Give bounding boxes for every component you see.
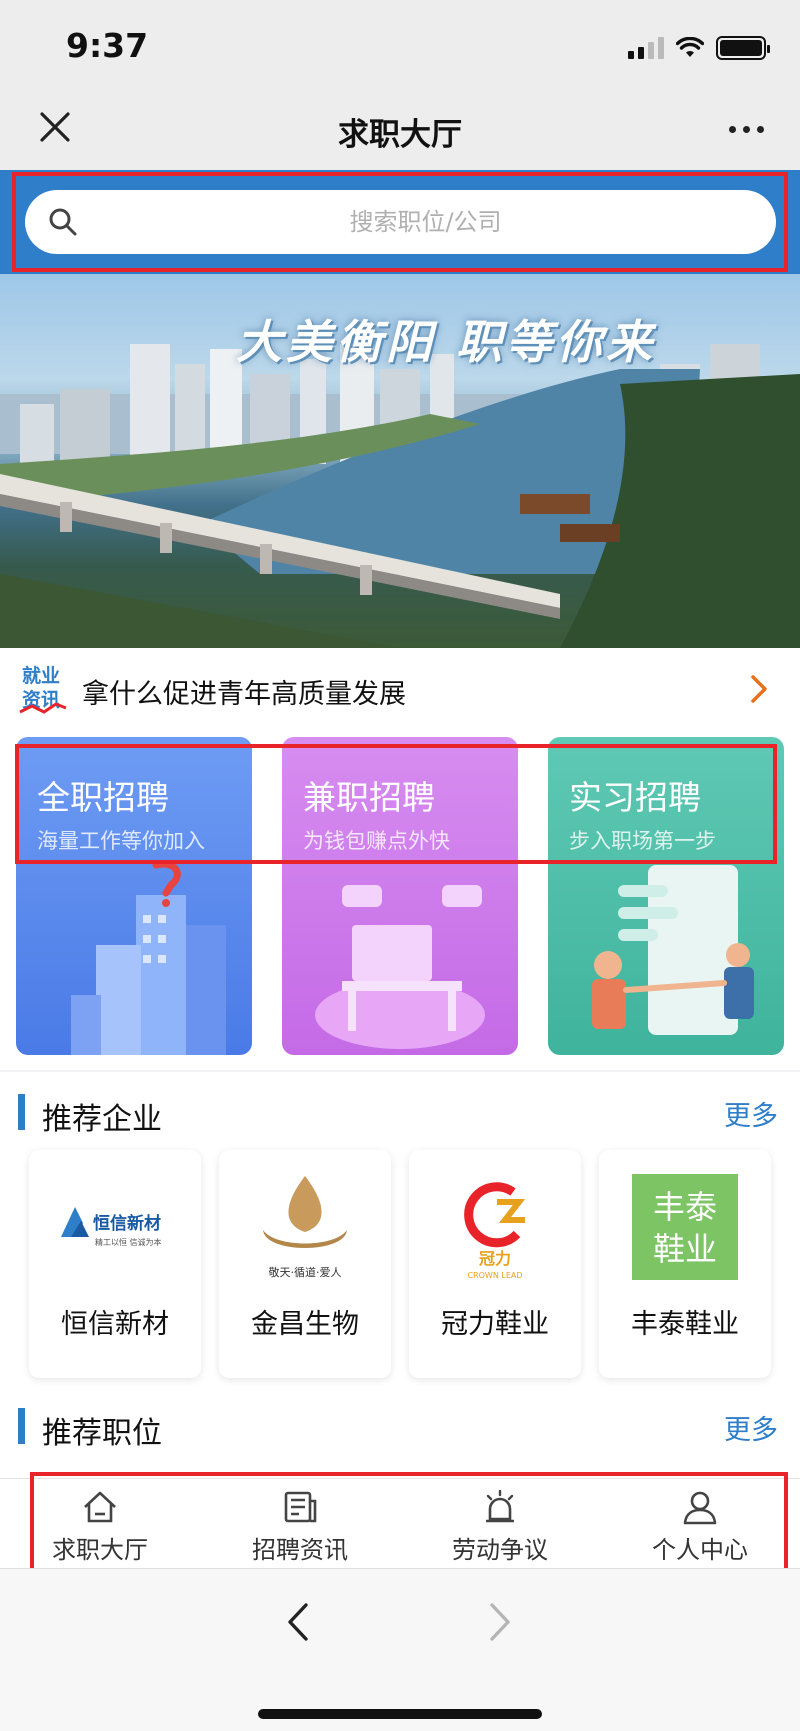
browser-toolbar (0, 1568, 800, 1731)
job-cards-highlight-box (15, 744, 777, 864)
page-title: 求职大厅 (338, 117, 462, 153)
home-indicator[interactable] (258, 1709, 542, 1719)
status-bar: 9:37 (0, 0, 800, 92)
wifi-icon (676, 37, 704, 57)
company-name: 恒信新材 (61, 1309, 169, 1340)
recommended-companies-header: 推荐企业 更多 (0, 1072, 800, 1150)
forward-arrow-icon[interactable] (484, 1601, 514, 1643)
company-name: 金昌生物 (251, 1309, 359, 1340)
hero-banner[interactable]: 大美衡阳 职等你来 (0, 274, 800, 648)
guanli-logo-text: 冠力 (479, 1249, 511, 1268)
companies-more-link[interactable]: 更多 (724, 1094, 778, 1133)
status-icons (628, 36, 770, 60)
jinchang-logo-icon: 敬天·循道·爱人 (237, 1164, 373, 1290)
svg-text:就业: 就业 (22, 664, 60, 687)
employment-news-badge-icon: 就业 资讯 (19, 664, 67, 714)
tab-bar-highlight-box (30, 1472, 788, 1574)
section-accent-bar (18, 1408, 25, 1444)
section-title: 推荐企业 (42, 1102, 162, 1137)
cellular-signal-icon (628, 37, 664, 59)
desk-illustration-icon (315, 885, 485, 1049)
section-accent-bar (18, 1094, 25, 1130)
company-card-jinchang[interactable]: 敬天·循道·爱人 金昌生物 (219, 1150, 391, 1378)
chevron-right-icon[interactable] (750, 674, 768, 704)
hengxin-logo-slogan: 精工以恒 信诚为本 (95, 1237, 162, 1247)
news-headline[interactable]: 拿什么促进青年高质量发展 (82, 672, 406, 711)
banner-slogan: 大美衡阳 职等你来 (236, 315, 657, 369)
company-name: 丰泰鞋业 (631, 1309, 739, 1340)
nav-bar: 求职大厅 (0, 92, 800, 170)
back-arrow-icon[interactable] (284, 1601, 314, 1643)
section-title: 推荐职位 (42, 1416, 162, 1451)
recommended-positions-header: 推荐职位 更多 (0, 1386, 800, 1478)
svg-text:鞋业: 鞋业 (653, 1230, 717, 1268)
handshake-illustration-icon (592, 865, 754, 1035)
company-name: 冠力鞋业 (441, 1309, 549, 1340)
more-options-icon[interactable] (729, 126, 764, 133)
news-ticker[interactable]: 就业 资讯 拿什么促进青年高质量发展 (0, 648, 800, 730)
guanli-logo-icon: 冠力 CROWN LEAD (427, 1164, 563, 1290)
hengxin-logo-text: 恒信新材 (93, 1213, 161, 1234)
company-card-guanli[interactable]: 冠力 CROWN LEAD 冠力鞋业 (409, 1150, 581, 1378)
search-highlight-box (12, 172, 788, 272)
company-card-fengtai[interactable]: 丰泰 鞋业 丰泰鞋业 (599, 1150, 771, 1378)
buildings-illustration-icon (71, 860, 226, 1055)
guanli-logo-subtext: CROWN LEAD (467, 1271, 522, 1280)
company-card-hengxin[interactable]: 恒信新材 精工以恒 信诚为本 恒信新材 (29, 1150, 201, 1378)
status-time: 9:37 (66, 26, 149, 65)
svg-text:丰泰: 丰泰 (653, 1188, 717, 1226)
battery-icon (716, 36, 770, 60)
fengtai-logo-icon: 丰泰 鞋业 (617, 1164, 753, 1290)
jinchang-logo-slogan: 敬天·循道·爱人 (269, 1265, 342, 1279)
company-list: 恒信新材 精工以恒 信诚为本 恒信新材 敬天·循道·爱人 金昌生物 冠力 CRO… (0, 1150, 800, 1392)
hengxin-logo-icon: 恒信新材 精工以恒 信诚为本 (47, 1164, 183, 1290)
positions-more-link[interactable]: 更多 (724, 1408, 778, 1447)
